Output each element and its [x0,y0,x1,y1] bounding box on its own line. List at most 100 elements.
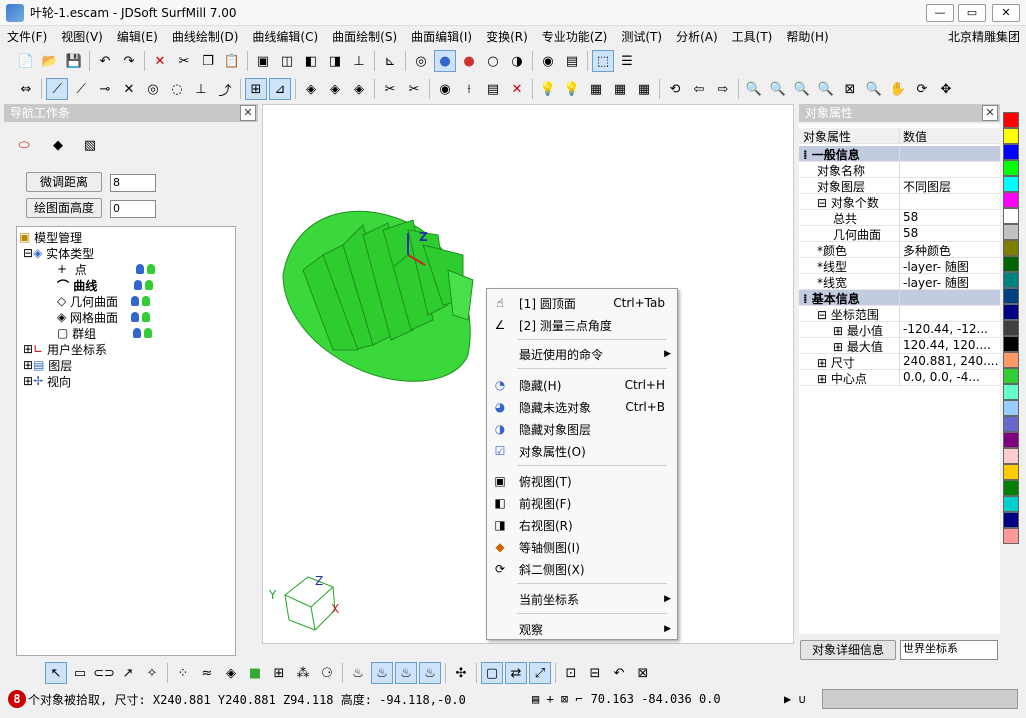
menu-surface-edit[interactable]: 曲面编辑(I) [404,28,479,45]
menu-item-oblique-view[interactable]: ⟳ 斜二侧图(X) [487,558,677,580]
measure-icon[interactable]: ⟊ [458,78,480,100]
snap-endpoint-icon[interactable]: ⟋ [46,78,68,100]
orbit-icon[interactable]: ✥ [935,78,957,100]
palette-swatch[interactable] [1003,400,1019,416]
snap-intersection-icon[interactable]: ✕ [118,78,140,100]
palette-swatch[interactable] [1003,496,1019,512]
palette-swatch[interactable] [1003,384,1019,400]
move-icon[interactable]: ✣ [450,662,472,684]
zoom-prev-icon[interactable]: 🔍 [863,78,885,100]
layer-show-icon[interactable]: ▦ [585,78,607,100]
palette-swatch[interactable] [1003,464,1019,480]
pan-icon[interactable]: ✋ [887,78,909,100]
solid-tab-icon[interactable]: ⬭ [13,134,35,156]
shaded-icon[interactable]: ● [434,50,456,72]
tree-item-mesh-surface[interactable]: ◈ 网格曲面 [57,309,151,325]
filter-all-icon[interactable]: ⚆ [316,662,338,684]
menu-curve-edit[interactable]: 曲线编辑(C) [245,28,325,45]
tool-tab-icon[interactable]: ▧ [79,134,101,156]
palette-swatch[interactable] [1003,176,1019,192]
status-tools-icon[interactable]: ▤ + ⊠ ⌐ [532,692,583,706]
snap-perpendicular-icon[interactable]: ⊥ [190,78,212,100]
copy-icon[interactable]: ❐ [197,50,219,72]
palette-swatch[interactable] [1003,224,1019,240]
tree-item-curve[interactable]: ⌒ 曲线 [57,277,154,293]
palette-swatch[interactable] [1003,368,1019,384]
transform-icon[interactable]: ⊟ [584,662,606,684]
filter-solid-icon[interactable]: ■ [244,662,266,684]
layer-icon[interactable]: ▤ [561,50,583,72]
surface-tool-1-icon[interactable]: ◈ [300,78,322,100]
menu-item-dome-surface[interactable]: ☝ [1] 圆顶面 Ctrl+Tab [487,292,677,314]
doc-icon[interactable]: ▤ [482,78,504,100]
snap-midpoint-icon[interactable]: ⟋ [70,78,92,100]
menu-item-hide-unselected[interactable]: ◕ 隐藏未选对象 Ctrl+B [487,396,677,418]
align-icon[interactable]: ⊡ [560,662,582,684]
hidden-line-icon[interactable]: ○ [482,50,504,72]
rotate-view-icon[interactable]: ⟳ [911,78,933,100]
hide-eye-icon[interactable]: ◉ [434,78,456,100]
prop-size[interactable]: ⊞ 尺寸 240.881, 240.... [799,354,1000,370]
menu-curve-draw[interactable]: 曲线绘制(D) [165,28,246,45]
props-section-basic[interactable]: ⁞ 基本信息 [799,290,1000,306]
palette-swatch[interactable] [1003,320,1019,336]
menu-item-hide-layer[interactable]: ◑ 隐藏对象图层 [487,418,677,440]
back-icon[interactable]: ⇦ [688,78,710,100]
bulb-blue-icon[interactable]: 💡 [537,78,559,100]
cube-view-icon[interactable]: ◫ [276,50,298,72]
minimize-button[interactable]: — [926,4,954,22]
copy-obj-icon[interactable]: ▢ [481,662,503,684]
palette-swatch[interactable] [1003,208,1019,224]
prop-line-type[interactable]: *线型 -layer- 随图 [799,258,1000,274]
select-pointer-icon[interactable]: ↖ [45,662,67,684]
draw-plane-height-input[interactable]: 0 [110,200,156,218]
menu-item-observe[interactable]: 观察 ▶ [487,618,677,640]
palette-swatch[interactable] [1003,112,1019,128]
palette-swatch[interactable] [1003,336,1019,352]
fine-tune-distance-button[interactable]: 微调距离 [26,172,102,192]
zoom-out-icon[interactable]: 🔍 [767,78,789,100]
new-file-icon[interactable]: 📄 [15,50,37,72]
palette-swatch[interactable] [1003,416,1019,432]
box-view-icon[interactable]: ▣ [252,50,274,72]
surface-tool-3-icon[interactable]: ◈ [348,78,370,100]
zoom-in-icon[interactable]: 🔍 [791,78,813,100]
list-icon[interactable]: ☰ [616,50,638,72]
undo-icon[interactable]: ↶ [94,50,116,72]
select-mode-icon[interactable]: ⬚ [592,50,614,72]
draw-plane-height-button[interactable]: 绘图面高度 [26,198,102,218]
palette-swatch[interactable] [1003,144,1019,160]
menu-item-right-view[interactable]: ◨ 右视图(R) [487,514,677,536]
snap-circle-icon[interactable]: ◌ [166,78,188,100]
paste-icon[interactable]: 📋 [221,50,243,72]
menu-item-properties[interactable]: ☑ 对象属性(O) [487,440,677,462]
palette-swatch[interactable] [1003,480,1019,496]
select-rect-icon[interactable]: ▭ [69,662,91,684]
snap-tangent-icon[interactable]: ⤴ [214,78,236,100]
open-file-icon[interactable]: 📂 [39,50,61,72]
cut-icon[interactable]: ✂ [173,50,195,72]
tree-item-entity-type[interactable]: ⊟ ◈ 实体类型 [23,245,94,261]
palette-swatch[interactable] [1003,160,1019,176]
palette-swatch[interactable] [1003,304,1019,320]
surface-tool-2-icon[interactable]: ◈ [324,78,346,100]
menu-item-front-view[interactable]: ◧ 前视图(F) [487,492,677,514]
menu-test[interactable]: 测试(T) [614,28,669,45]
menu-transform[interactable]: 变换(R) [479,28,535,45]
snap-center-icon[interactable]: ◎ [142,78,164,100]
coord-snap-icon[interactable]: ⊿ [269,78,291,100]
menu-tools[interactable]: 工具(T) [725,28,780,45]
zoom-extent-icon[interactable]: ⊠ [839,78,861,100]
fine-tune-distance-input[interactable]: 8 [110,174,156,192]
menu-help[interactable]: 帮助(H) [779,28,835,45]
filter-group-icon[interactable]: ⁂ [292,662,314,684]
prop-center[interactable]: ⊞ 中心点 0.0, 0.0, -4... [799,370,1000,386]
tree-item-point[interactable]: + 点 [57,261,155,277]
prop-min-value[interactable]: ⊞ 最小值 -120.44, -12... [799,322,1000,338]
menu-file[interactable]: 文件(F) [0,28,54,45]
select-polygon-icon[interactable]: ✧ [141,662,163,684]
tree-item-geometric-surface[interactable]: ◇ 几何曲面 [57,293,151,309]
front-cube-icon[interactable]: ◧ [300,50,322,72]
remove-icon[interactable]: ✕ [506,78,528,100]
snap-menu-icon[interactable]: ⇔ [15,78,37,100]
